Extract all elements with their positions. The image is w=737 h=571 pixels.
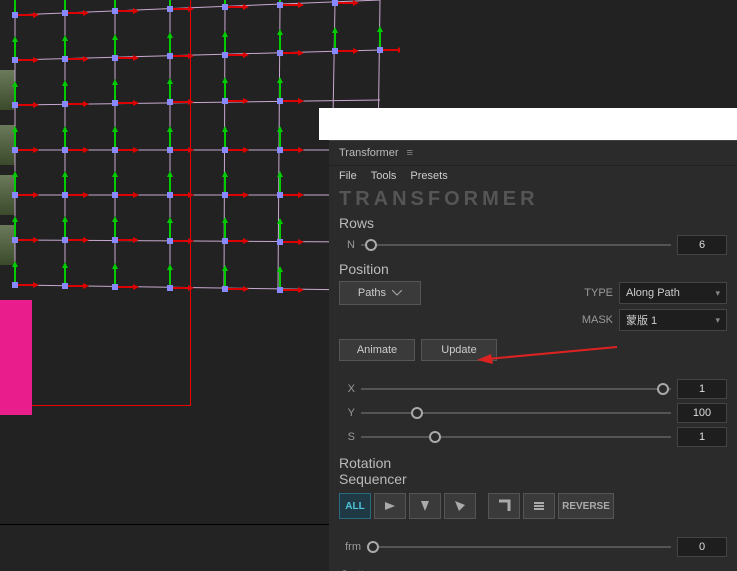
- seq-all-button[interactable]: ALL: [339, 493, 371, 519]
- chevron-down-icon: [392, 290, 402, 296]
- type-select[interactable]: Along Path ▾: [619, 282, 727, 304]
- frm-slider[interactable]: [367, 540, 671, 554]
- logo: TRANSFORMER: [329, 186, 737, 211]
- menu-presets[interactable]: Presets: [410, 170, 447, 182]
- x-label: X: [339, 383, 355, 395]
- type-label: TYPE: [579, 287, 613, 299]
- panel-title: Transformer: [339, 147, 399, 159]
- y-slider[interactable]: [361, 406, 671, 420]
- transformer-panel: Transformer ≡ File Tools Presets TRANSFO…: [329, 140, 737, 571]
- reverse-button[interactable]: REVERSE: [558, 493, 614, 519]
- s-label: S: [339, 431, 355, 443]
- rows-n-input[interactable]: [677, 235, 727, 255]
- timeline-panel[interactable]: [0, 524, 330, 571]
- paths-label: Paths: [358, 287, 386, 299]
- menu-tools[interactable]: Tools: [371, 170, 397, 182]
- animate-button[interactable]: Animate: [339, 339, 415, 361]
- y-label: Y: [339, 407, 355, 419]
- menubar: File Tools Presets: [329, 166, 737, 186]
- seq-down-button[interactable]: [409, 493, 441, 519]
- section-sequencer: Sequencer: [329, 471, 737, 489]
- y-input[interactable]: [677, 403, 727, 423]
- rows-n-slider[interactable]: [361, 238, 671, 252]
- type-value: Along Path: [626, 287, 680, 299]
- arrow-diag-icon: [453, 499, 467, 513]
- mask-value: 蒙版 1: [626, 312, 657, 328]
- frm-input[interactable]: [677, 537, 727, 557]
- menu-file[interactable]: File: [339, 170, 357, 182]
- section-rows: Rows: [329, 211, 737, 233]
- mask-label: MASK: [579, 314, 613, 326]
- section-position: Position: [329, 257, 737, 279]
- seq-corner-button[interactable]: [488, 493, 520, 519]
- section-rotation: Rotation: [329, 449, 737, 471]
- arrow-down-icon: [419, 499, 431, 513]
- chevron-down-icon: ▾: [715, 315, 720, 326]
- seq-diag-button[interactable]: [444, 493, 476, 519]
- seq-right-button[interactable]: [374, 493, 406, 519]
- window-gap: [319, 108, 737, 140]
- paths-dropdown[interactable]: Paths: [339, 281, 421, 305]
- x-input[interactable]: [677, 379, 727, 399]
- panel-menu-icon[interactable]: ≡: [407, 147, 413, 159]
- rows-n-label: N: [339, 239, 355, 251]
- seq-lines-button[interactable]: [523, 493, 555, 519]
- chevron-down-icon: ▾: [715, 288, 720, 299]
- section-cutter: Cutter: [329, 559, 737, 571]
- mask-select[interactable]: 蒙版 1 ▾: [619, 309, 727, 331]
- update-button[interactable]: Update: [421, 339, 497, 361]
- arrow-right-icon: [383, 500, 397, 512]
- frm-label: frm: [339, 541, 361, 553]
- corner-icon: [497, 499, 511, 513]
- s-slider[interactable]: [361, 430, 671, 444]
- x-slider[interactable]: [361, 382, 671, 396]
- s-input[interactable]: [677, 427, 727, 447]
- lines-icon: [532, 500, 546, 512]
